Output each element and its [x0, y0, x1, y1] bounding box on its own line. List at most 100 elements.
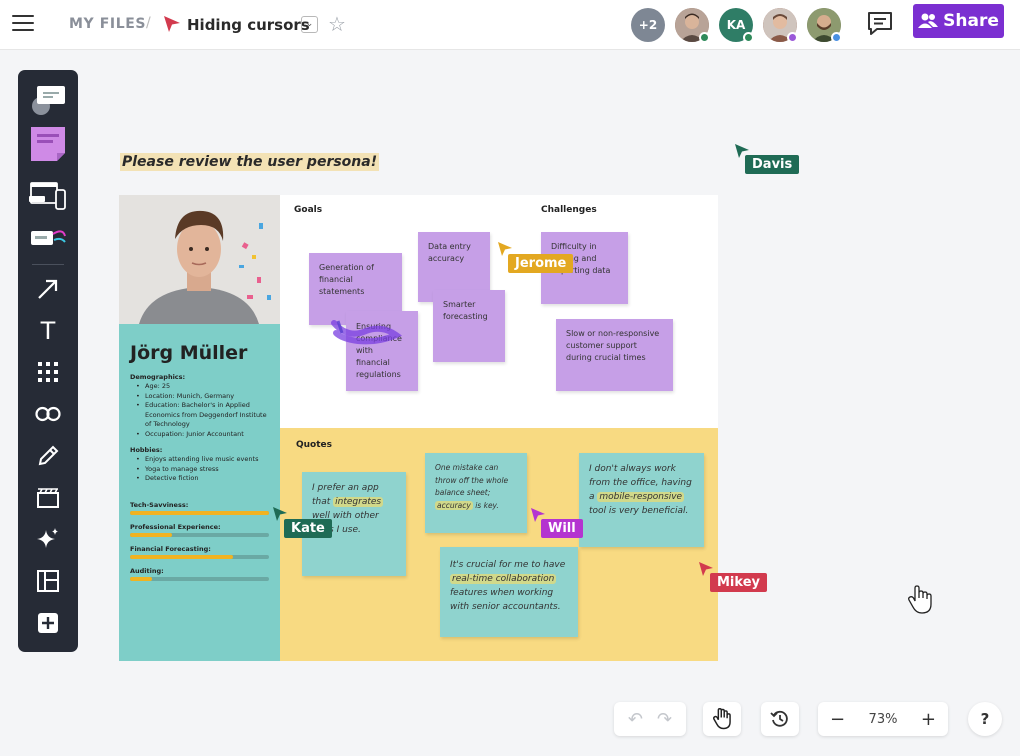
skill-bar-fill: [130, 533, 172, 537]
cursor-label-will: Will: [541, 519, 583, 538]
zoom-out-button[interactable]: −: [830, 709, 845, 730]
add-icon: [38, 613, 58, 633]
star-icon[interactable]: ☆: [328, 12, 346, 36]
file-menu-dropdown-button[interactable]: ⌄: [301, 16, 318, 33]
sticky-note-quote[interactable]: It's crucial for me to have real-time co…: [440, 547, 578, 637]
sticky-note-tool[interactable]: [18, 125, 78, 163]
skill-label: Tech-Savviness:: [130, 501, 189, 509]
undo-button[interactable]: ↶: [628, 709, 643, 730]
sticky-note-challenge[interactable]: Slow or non-responsive customer support …: [556, 319, 673, 391]
file-title[interactable]: Hiding cursors: [187, 16, 310, 34]
quote-text: tool is very beneficial.: [589, 506, 689, 516]
zoom-in-button[interactable]: +: [921, 709, 936, 730]
share-label: Share: [943, 11, 999, 31]
skill-label: Professional Experience:: [130, 523, 221, 531]
cursor-label-mikey: Mikey: [710, 573, 767, 592]
pencil-tool[interactable]: [18, 437, 78, 475]
quote-text: features when working with senior accoun…: [450, 588, 561, 612]
challenges-title: Challenges: [541, 205, 597, 215]
frame-tool[interactable]: [18, 479, 78, 517]
cursor-label-kate: Kate: [284, 519, 332, 538]
skill-bar-fill: [130, 511, 269, 515]
sticky-note-quote[interactable]: I don't always work from the office, hav…: [579, 453, 704, 547]
devices-tool[interactable]: [18, 177, 78, 215]
avatar-user-1[interactable]: [675, 8, 710, 43]
text-tool[interactable]: T: [18, 312, 78, 350]
demographics-item: Education: Bachelor's in Applied Economi…: [134, 401, 272, 430]
grid-tool[interactable]: [18, 353, 78, 391]
board-note[interactable]: Please review the user persona!: [120, 153, 380, 171]
skill-label: Financial Forecasting:: [130, 545, 211, 553]
sticky-note-goal[interactable]: Smarter forecasting: [433, 290, 505, 362]
online-status-dot: [699, 32, 710, 43]
breadcrumb-my-files[interactable]: MY FILES: [69, 16, 146, 32]
hand-icon: [712, 708, 731, 730]
quotes-section[interactable]: Quotes I prefer an app that integrates w…: [280, 428, 718, 661]
quote-text: is key.: [472, 500, 499, 510]
history-button[interactable]: [761, 702, 799, 736]
magic-tool[interactable]: [18, 520, 78, 558]
comment-tool[interactable]: [18, 80, 78, 118]
skill-bar-fill: [130, 577, 153, 581]
quotes-title: Quotes: [296, 440, 333, 450]
persona-photo[interactable]: [119, 195, 280, 324]
pan-hand-button[interactable]: [703, 702, 741, 736]
share-button[interactable]: Share: [913, 4, 1004, 38]
comments-icon[interactable]: [866, 10, 894, 38]
quote-highlight: mobile-responsive: [597, 492, 685, 502]
grid-icon: [38, 362, 58, 382]
demographics-item: Age: 25: [134, 382, 272, 392]
magic-icon: [37, 528, 58, 548]
quote-highlight: integrates: [333, 497, 384, 507]
pen-scribble-drawing[interactable]: [328, 313, 402, 353]
sticky-note-quote[interactable]: One mistake can throw off the whole bala…: [425, 453, 527, 533]
zoom-level[interactable]: 73%: [869, 712, 898, 727]
avatar-initials: KA: [726, 18, 746, 32]
demographics-item: Occupation: Junior Accountant: [134, 430, 272, 440]
pencil-icon: [38, 445, 59, 466]
breadcrumb-separator: /: [146, 15, 151, 31]
avatar-user-3[interactable]: [763, 8, 798, 43]
online-status-dot: [743, 32, 754, 43]
avatar-user-4[interactable]: [807, 8, 842, 43]
layout-tool[interactable]: [18, 562, 78, 600]
help-button[interactable]: ?: [968, 702, 1002, 736]
undo-redo-group: ↶ ↷: [614, 702, 686, 736]
online-status-dot: [787, 32, 798, 43]
cursor-label-davis: Davis: [745, 155, 800, 174]
quote-text: It's crucial for me to have: [450, 560, 566, 570]
hobbies-list: Enjoys attending live music events Yoga …: [134, 455, 272, 484]
cursor-file-icon: [164, 16, 180, 32]
skill-label: Auditing:: [130, 567, 164, 575]
online-status-dot: [831, 32, 842, 43]
add-tool[interactable]: [18, 604, 78, 642]
hamburger-menu-icon[interactable]: [12, 15, 34, 33]
skill-bar-track: [130, 577, 269, 581]
comment-icon: [32, 86, 65, 115]
skill-bar-track: [130, 533, 269, 537]
goals-challenges-section[interactable]: Goals Challenges Generation of financial…: [280, 195, 718, 428]
hobbies-item: Yoga to manage stress: [134, 465, 272, 475]
quote-highlight: real-time collaboration: [450, 574, 557, 584]
history-icon: [770, 710, 788, 727]
quote-text: One mistake can throw off the whole bala…: [435, 463, 509, 497]
avatar-user-ka[interactable]: KA: [719, 8, 754, 43]
persona-board[interactable]: Jörg Müller Demographics: Age: 25 Locati…: [119, 195, 718, 661]
hobbies-heading: Hobbies:: [130, 446, 163, 454]
templates-icon: [31, 230, 66, 245]
arrow-tool[interactable]: [18, 270, 78, 308]
redo-button[interactable]: ↷: [657, 709, 672, 730]
sticky-note-icon: [31, 127, 65, 161]
arrow-icon: [38, 279, 58, 299]
hobbies-item: Enjoys attending live music events: [134, 455, 272, 465]
persona-photo-image: [119, 195, 280, 324]
demographics-list: Age: 25 Location: Munich, Germany Educat…: [134, 382, 272, 439]
templates-tool[interactable]: [18, 220, 78, 258]
layout-icon: [37, 570, 59, 592]
avatar-more-collaborators[interactable]: +2: [631, 8, 665, 42]
goals-title: Goals: [294, 205, 323, 215]
link-icon: [35, 406, 61, 422]
persona-card[interactable]: Jörg Müller Demographics: Age: 25 Locati…: [119, 324, 280, 661]
link-tool[interactable]: [18, 395, 78, 433]
hobbies-item: Detective fiction: [134, 474, 272, 484]
